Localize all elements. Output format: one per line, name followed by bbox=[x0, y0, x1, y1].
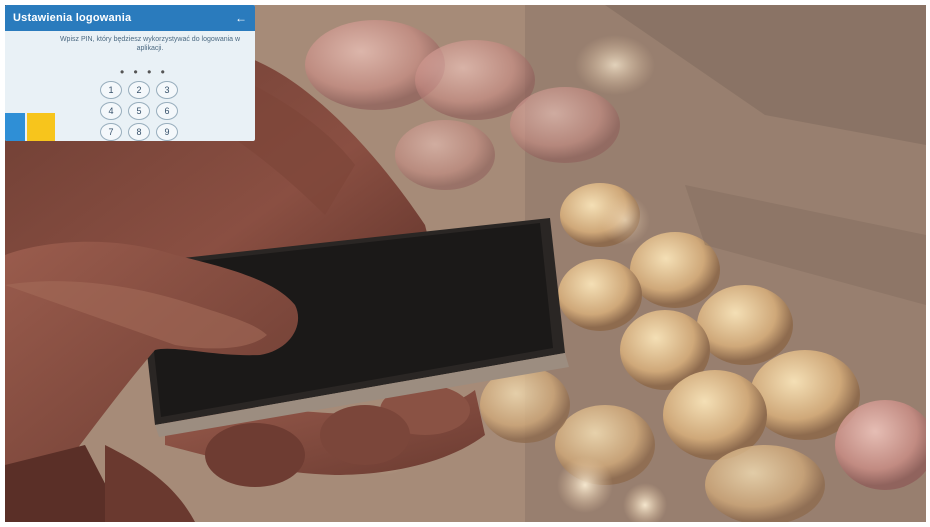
keypad-key[interactable]: 2 bbox=[128, 81, 150, 99]
app-header: Ustawienia logowania ← bbox=[5, 5, 255, 31]
keypad-key[interactable]: 7 bbox=[100, 123, 122, 141]
arrow-back-icon[interactable]: ← bbox=[235, 11, 247, 25]
accent-stripe-blue bbox=[5, 113, 25, 141]
pin-hint-text: Wpisz PIN, który będziesz wykorzystywać … bbox=[59, 36, 241, 52]
keypad-key[interactable]: 8 bbox=[128, 123, 150, 141]
accent-stripe-yellow bbox=[27, 113, 55, 141]
pin-keypad: 1 2 3 4 5 6 7 8 9 bbox=[100, 81, 178, 141]
pin-dots: • • • • bbox=[120, 65, 168, 79]
keypad-key[interactable]: 3 bbox=[156, 81, 178, 99]
keypad-key[interactable]: 9 bbox=[156, 123, 178, 141]
app-title: Ustawienia logowania bbox=[13, 12, 132, 24]
keypad-key[interactable]: 6 bbox=[156, 102, 178, 120]
keypad-key[interactable]: 1 bbox=[100, 81, 122, 99]
keypad-key[interactable]: 4 bbox=[100, 102, 122, 120]
phone-screen: Ustawienia logowania ← Wpisz PIN, który … bbox=[5, 5, 255, 141]
keypad-key[interactable]: 5 bbox=[128, 102, 150, 120]
photo-frame: Ustawienia logowania ← Wpisz PIN, który … bbox=[5, 5, 926, 522]
